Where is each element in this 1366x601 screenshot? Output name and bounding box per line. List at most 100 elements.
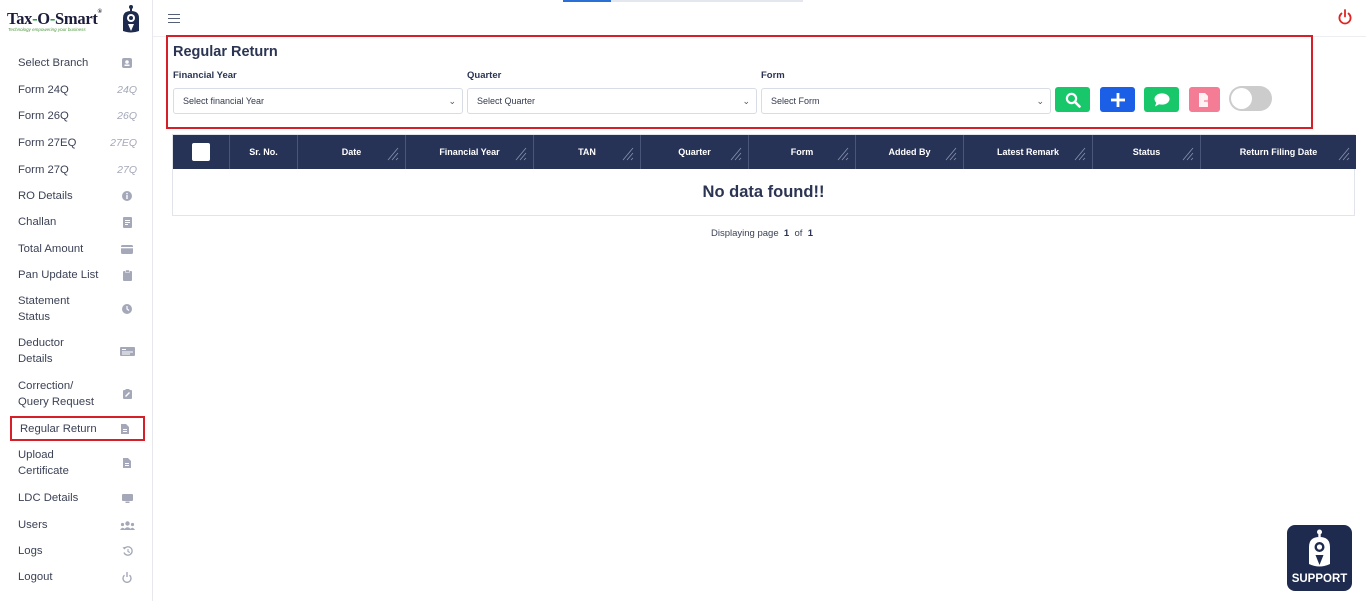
quarter-select[interactable]: Select Quarter ⌄ — [467, 88, 757, 114]
resize-grip-icon[interactable] — [1074, 147, 1086, 161]
label-line-2: Details — [18, 353, 53, 365]
file-export-icon — [1198, 92, 1211, 107]
card-icon — [117, 346, 137, 356]
export-button[interactable] — [1189, 87, 1220, 112]
logout-power-icon[interactable] — [1338, 9, 1352, 25]
chevron-down-icon: ⌄ — [1036, 95, 1044, 106]
pager-prefix: Displaying page — [711, 228, 779, 239]
resize-grip-icon[interactable] — [1182, 147, 1194, 161]
sidebar-item-form-26q[interactable]: Form 26Q 26Q — [10, 108, 145, 124]
sidebar-item-select-branch[interactable]: Select Branch — [10, 55, 145, 71]
file-icon — [117, 458, 137, 468]
sidebar-item-total-amount[interactable]: Total Amount — [10, 241, 145, 257]
sidebar-item-correction-query-request[interactable]: Correction/Query Request — [10, 378, 145, 410]
returns-table: Sr. No. Date Financial Year TAN Quarter … — [172, 134, 1356, 216]
financial-year-value: Select financial Year — [183, 96, 265, 106]
column-header-tan[interactable]: TAN — [534, 135, 641, 169]
hamburger-menu-icon[interactable] — [168, 14, 180, 26]
label-line-2: Status — [18, 311, 51, 323]
resize-grip-icon[interactable] — [730, 147, 742, 161]
chat-bubble-icon — [1154, 92, 1169, 106]
robot-logo-icon — [123, 5, 139, 33]
resize-grip-icon[interactable] — [945, 147, 957, 161]
financial-year-label: Financial Year — [173, 70, 237, 81]
label-line-1: Correction/ — [18, 380, 74, 392]
id-card-icon — [117, 58, 137, 68]
resize-grip-icon[interactable] — [515, 147, 527, 161]
sidebar-item-form-24q[interactable]: Form 24Q 24Q — [10, 82, 145, 98]
form-label: Form — [761, 70, 785, 81]
resize-grip-icon[interactable] — [1338, 147, 1350, 161]
clipboard-icon — [117, 269, 137, 281]
support-button[interactable]: SUPPORT — [1287, 525, 1352, 591]
brand-tagline: Technology empowering your business — [8, 27, 86, 32]
brand-logo[interactable]: Tax-O-Smart® Technology empowering your … — [7, 5, 147, 36]
table-header: Sr. No. Date Financial Year TAN Quarter … — [173, 135, 1356, 169]
form-select[interactable]: Select Form ⌄ — [761, 88, 1051, 114]
monitor-icon — [117, 493, 137, 503]
sidebar-item-deductor-details[interactable]: Deductor Details — [10, 335, 145, 367]
quarter-value: Select Quarter — [477, 96, 536, 106]
label-line-2: Query Request — [18, 396, 94, 408]
form-27eq-badge: 27EQ — [110, 137, 137, 149]
pagination-info: Displaying page 1 of 1 — [711, 228, 813, 239]
sidebar-item-challan[interactable]: Challan — [10, 214, 145, 230]
pager-total: 1 — [807, 228, 813, 239]
pager-of: of — [794, 228, 803, 239]
sidebar-item-pan-update-list[interactable]: Pan Update List — [10, 267, 145, 283]
top-tab-strip — [563, 0, 803, 2]
resize-grip-icon[interactable] — [622, 147, 634, 161]
resize-grip-icon[interactable] — [387, 147, 399, 161]
form-26q-badge: 26Q — [117, 110, 137, 122]
sidebar-item-ldc-details[interactable]: LDC Details — [10, 490, 145, 506]
clock-icon — [117, 304, 137, 314]
top-bar — [153, 0, 1366, 37]
sidebar-item-form-27q[interactable]: Form 27Q 27Q — [10, 162, 145, 178]
column-header-return-filing-date[interactable]: Return Filing Date — [1201, 135, 1356, 169]
toggle-switch[interactable] — [1229, 86, 1272, 111]
sidebar-item-regular-return[interactable]: Regular Return — [10, 416, 145, 441]
file-icon — [115, 423, 135, 434]
column-header-form[interactable]: Form — [749, 135, 856, 169]
history-icon — [117, 546, 137, 556]
sidebar-item-logs[interactable]: Logs — [10, 543, 145, 559]
support-robot-icon — [1309, 529, 1330, 567]
sidebar-item-logout[interactable]: Logout — [10, 569, 145, 585]
column-header-quarter[interactable]: Quarter — [641, 135, 749, 169]
label-line-2: Certificate — [18, 465, 69, 477]
label-line-1: Deductor — [18, 337, 64, 349]
search-button[interactable] — [1055, 87, 1090, 112]
resize-grip-icon[interactable] — [837, 147, 849, 161]
sidebar-item-upload-certificate[interactable]: Upload Certificate — [10, 447, 145, 479]
wallet-icon — [117, 244, 137, 254]
column-header-latest-remark[interactable]: Latest Remark — [964, 135, 1093, 169]
brand-name: Tax-O-Smart® — [7, 9, 102, 28]
top-tab-indicator — [563, 0, 611, 2]
select-all-header — [173, 135, 230, 169]
sidebar: Tax-O-Smart® Technology empowering your … — [0, 0, 153, 601]
users-icon — [117, 520, 137, 530]
filter-panel: Regular Return Financial Year Select fin… — [166, 35, 1313, 129]
column-header-status[interactable]: Status — [1093, 135, 1201, 169]
column-header-date[interactable]: Date — [298, 135, 406, 169]
sidebar-item-ro-details[interactable]: RO Details — [10, 188, 145, 204]
pager-current: 1 — [783, 228, 790, 239]
column-header-added-by[interactable]: Added By — [856, 135, 964, 169]
financial-year-select[interactable]: Select financial Year ⌄ — [173, 88, 463, 114]
select-all-checkbox[interactable] — [192, 143, 210, 161]
column-header-sr-no[interactable]: Sr. No. — [230, 135, 298, 169]
sidebar-item-statement-status[interactable]: Statement Status — [10, 293, 145, 325]
column-header-financial-year[interactable]: Financial Year — [406, 135, 534, 169]
empty-state-message: No data found!! — [702, 183, 825, 201]
plus-icon — [1110, 92, 1125, 107]
power-icon — [117, 571, 137, 583]
page-title: Regular Return — [173, 44, 278, 60]
search-icon — [1065, 92, 1081, 108]
sidebar-item-form-27eq[interactable]: Form 27EQ 27EQ — [10, 135, 145, 151]
support-label: SUPPORT — [1291, 573, 1348, 585]
add-button[interactable] — [1100, 87, 1135, 112]
remark-button[interactable] — [1144, 87, 1179, 112]
edit-doc-icon — [117, 389, 137, 399]
sidebar-item-users[interactable]: Users — [10, 517, 145, 533]
toggle-knob — [1231, 88, 1252, 109]
